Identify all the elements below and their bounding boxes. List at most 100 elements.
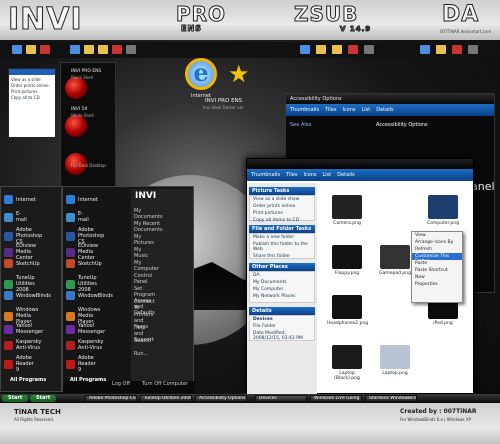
tab-icons[interactable]: Icons bbox=[342, 107, 355, 113]
tab-icons[interactable]: Icons bbox=[303, 172, 316, 178]
file-item[interactable]: Laptop (Black).png bbox=[327, 345, 367, 381]
explorer-titlebar[interactable] bbox=[247, 159, 473, 169]
taskbar-button[interactable]: Windows Live Going bbox=[310, 395, 362, 402]
start-menu-item[interactable]: SketchUp bbox=[66, 259, 102, 268]
taskbar-button[interactable]: TuneUp Utilities 2008 bbox=[140, 395, 192, 402]
tab-details[interactable]: Details bbox=[337, 172, 354, 178]
computer-icon[interactable] bbox=[420, 45, 430, 54]
tab-list[interactable]: List bbox=[362, 107, 371, 113]
start-menu-place[interactable]: My Music bbox=[134, 247, 148, 259]
file-item[interactable]: Gamepad.png bbox=[375, 245, 415, 276]
file-item[interactable]: Floppy.png bbox=[327, 245, 367, 276]
place-da[interactable]: DA bbox=[250, 272, 314, 279]
taskbar-button[interactable]: Accessibility Options bbox=[195, 395, 247, 402]
start-menu-place[interactable]: Search bbox=[134, 338, 151, 344]
start-menu-place[interactable]: My Documents bbox=[134, 208, 163, 220]
start-menu-item[interactable]: Adobe Reader 9 bbox=[66, 355, 96, 373]
place-my-documents[interactable]: My Documents bbox=[250, 279, 314, 286]
folder-icon[interactable] bbox=[98, 45, 108, 54]
task-share[interactable]: Share this folder bbox=[250, 253, 314, 260]
start-menu-item[interactable]: Adobe Reader 9 bbox=[4, 355, 34, 373]
file-item[interactable]: Laptop.png bbox=[375, 345, 415, 376]
turn-off-button[interactable]: Turn Off Computer bbox=[142, 381, 188, 387]
start-menu-item[interactable]: SketchUp bbox=[4, 259, 40, 268]
tab-tiles[interactable]: Tiles bbox=[325, 107, 336, 113]
other-places-header[interactable]: Other Places bbox=[249, 263, 315, 271]
all-programs-button[interactable]: All Programs bbox=[70, 377, 106, 383]
picture-tasks-header[interactable]: Picture Tasks bbox=[249, 187, 315, 195]
program-label: Internet bbox=[78, 196, 98, 203]
context-menu-item[interactable]: New bbox=[412, 274, 462, 281]
internet-explorer-icon[interactable]: e bbox=[185, 58, 217, 90]
program-icon bbox=[4, 247, 13, 257]
context-menu-item[interactable]: Paste bbox=[412, 260, 462, 267]
folder-icon[interactable] bbox=[84, 45, 94, 54]
task-order-prints[interactable]: Order prints online bbox=[250, 203, 314, 210]
place-my-computer[interactable]: My Computer bbox=[250, 286, 314, 293]
details-header[interactable]: Details bbox=[249, 307, 315, 315]
start-menu-item[interactable]: Internet bbox=[4, 195, 36, 204]
place-network[interactable]: My Network Places bbox=[250, 293, 314, 300]
settings-icon[interactable] bbox=[364, 45, 374, 54]
start-menu-place[interactable]: Run... bbox=[134, 351, 148, 357]
taskbar-button[interactable]: Adobe Photoshop CS bbox=[85, 395, 137, 402]
file-item[interactable]: Headphones2.png bbox=[327, 295, 368, 326]
start-button[interactable]: Start bbox=[2, 395, 29, 402]
context-menu-item[interactable]: View bbox=[412, 232, 462, 239]
tab-details[interactable]: Details bbox=[376, 107, 393, 113]
start-menu-item[interactable]: Kaspersky Anti-Virus bbox=[4, 339, 41, 351]
task-publish[interactable]: Publish this folder to the Web bbox=[250, 241, 314, 253]
settings-icon[interactable] bbox=[468, 45, 478, 54]
taskbar-button[interactable]: Stardock WindowBlinds bbox=[365, 395, 417, 402]
start-menu-place[interactable]: My Computer bbox=[134, 260, 159, 272]
all-programs-button[interactable]: All Programs bbox=[10, 377, 46, 383]
aim-running-man-icon[interactable]: ★ bbox=[228, 60, 250, 88]
start-menu-item[interactable]: Internet bbox=[66, 195, 98, 204]
tab-list[interactable]: List bbox=[323, 172, 332, 178]
taskbar-button[interactable]: Devices bbox=[255, 395, 307, 402]
start-menu-place[interactable]: Control Panel bbox=[134, 273, 152, 285]
file-item[interactable]: Computer.png bbox=[423, 195, 463, 226]
tab-thumbnails[interactable]: Thumbnails bbox=[251, 172, 280, 178]
start-menu-item[interactable]: E-mail bbox=[66, 211, 89, 223]
pdf-icon[interactable] bbox=[112, 45, 122, 54]
tab-thumbnails[interactable]: Thumbnails bbox=[290, 107, 319, 113]
context-menu-item[interactable]: Properties bbox=[412, 281, 462, 288]
folder-icon[interactable] bbox=[316, 45, 326, 54]
pdf-icon[interactable] bbox=[452, 45, 462, 54]
settings-icon[interactable] bbox=[126, 45, 136, 54]
start-menu-item[interactable]: WindowBlinds bbox=[66, 291, 113, 300]
start-menu-item[interactable]: Yahoo! Messenger bbox=[66, 323, 105, 335]
start-menu-item[interactable]: E-mail bbox=[4, 211, 27, 223]
start-menu-place[interactable]: Connect To bbox=[134, 299, 155, 311]
context-menu-item[interactable]: Paste Shortcut bbox=[412, 267, 462, 274]
mini-explorer-window[interactable]: View as a slide Order prints online Print … bbox=[8, 68, 56, 138]
task-slideshow[interactable]: View as a slide show bbox=[250, 196, 314, 203]
file-thumbnail-icon bbox=[332, 195, 362, 219]
pdf-icon[interactable] bbox=[40, 45, 50, 54]
folder-icon[interactable] bbox=[332, 45, 342, 54]
file-tasks-header[interactable]: File and Folder Tasks bbox=[249, 225, 315, 233]
computer-icon[interactable] bbox=[12, 45, 22, 54]
context-menu-item[interactable]: Arrange Icons By bbox=[412, 239, 462, 246]
tab-tiles[interactable]: Tiles bbox=[286, 172, 297, 178]
start-menu-place[interactable]: My Pictures bbox=[134, 234, 154, 246]
computer-icon[interactable] bbox=[70, 45, 80, 54]
folder-icon[interactable] bbox=[436, 45, 446, 54]
file-item[interactable]: Camera.png bbox=[327, 195, 367, 226]
start-menu-item[interactable]: WindowBlinds bbox=[4, 291, 51, 300]
context-menu-item[interactable]: Customize This Folder... bbox=[412, 253, 462, 264]
accessibility-titlebar[interactable]: Accessibility Options bbox=[286, 94, 494, 104]
pdf-icon[interactable] bbox=[348, 45, 358, 54]
start-menu-item[interactable]: Kaspersky Anti-Virus bbox=[66, 339, 103, 351]
folder-icon[interactable] bbox=[26, 45, 36, 54]
start-button[interactable]: Start bbox=[30, 395, 57, 402]
context-menu-item[interactable]: Refresh bbox=[412, 246, 462, 253]
log-off-button[interactable]: Log Off bbox=[112, 381, 130, 387]
computer-icon[interactable] bbox=[300, 45, 310, 54]
task-copy-cd[interactable]: Copy all items to CD bbox=[250, 217, 314, 224]
task-new-folder[interactable]: Make a new folder bbox=[250, 234, 314, 241]
start-menu-place[interactable]: My Recent Documents bbox=[134, 221, 163, 233]
start-menu-item[interactable]: Yahoo! Messenger bbox=[4, 323, 43, 335]
task-print[interactable]: Print pictures bbox=[250, 210, 314, 217]
